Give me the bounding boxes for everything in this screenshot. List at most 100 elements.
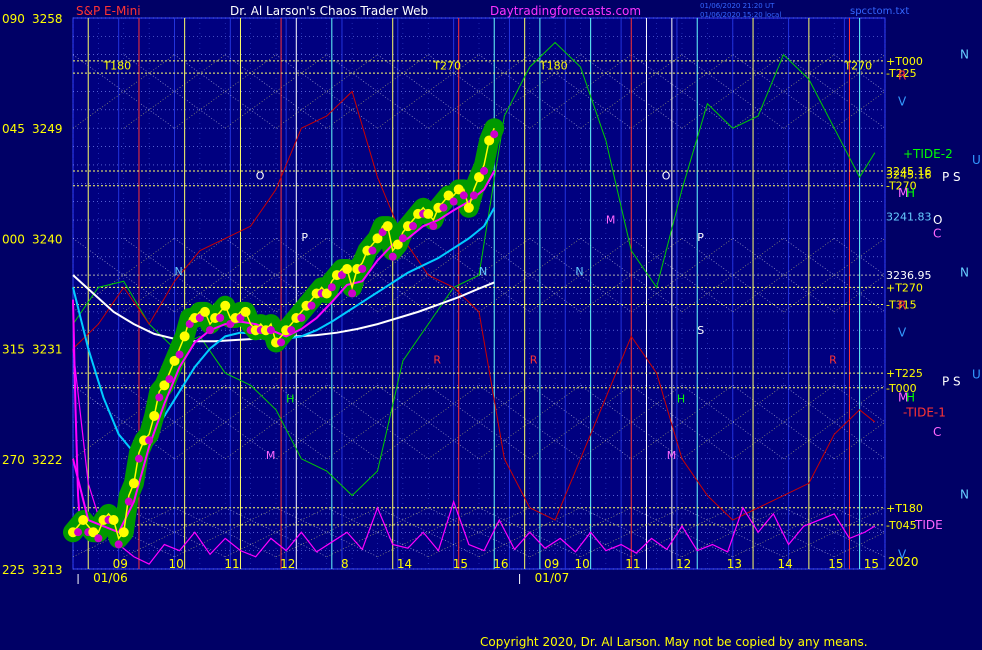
plot-annotation: P <box>301 231 308 244</box>
price-low-dot <box>74 528 83 537</box>
y-price-label: 3222 <box>32 453 63 467</box>
y-price-label: 3231 <box>32 343 63 357</box>
plot-annotation: O <box>256 170 265 183</box>
price-low-dot <box>307 301 316 310</box>
right-side-label: N <box>960 266 969 280</box>
price-dot <box>149 410 160 421</box>
timestamp-ut: 01/06/2020 21:20 UT <box>700 2 775 10</box>
plot-annotation: N <box>479 265 487 278</box>
right-side-label: C <box>933 227 941 241</box>
plot-annotation: T270 <box>843 59 872 72</box>
price-low-dot <box>449 197 458 206</box>
x-hour-label: 10 <box>169 557 184 571</box>
price-dot <box>199 306 210 317</box>
plot-annotation: M <box>667 449 677 462</box>
x-hour-label: 12 <box>676 557 691 571</box>
level-label: +T270 <box>886 281 923 294</box>
plot-annotation: R <box>829 353 837 366</box>
plot-annotation: M <box>266 449 276 462</box>
plot-annotation: R <box>433 353 441 366</box>
plot-annotation: O <box>662 170 671 183</box>
right-side-label: R <box>898 299 906 313</box>
plot-annotation: H <box>286 392 294 405</box>
level-label: +T000 <box>886 55 923 68</box>
price-low-dot <box>348 289 357 298</box>
price-low-dot <box>134 454 143 463</box>
chart-symbol: S&P E-Mini <box>76 4 141 18</box>
price-dot <box>128 478 139 489</box>
price-low-dot <box>459 191 468 200</box>
plot-annotation: N <box>175 265 183 278</box>
copyright-notice: Copyright 2020, Dr. Al Larson. May not b… <box>480 635 868 649</box>
price-dot <box>118 527 129 538</box>
plot-annotation: H <box>677 392 685 405</box>
price-low-dot <box>398 234 407 243</box>
y-angle-label: 000 <box>2 232 25 246</box>
plot-annotation: S <box>697 324 704 337</box>
y-price-label: 3240 <box>32 232 63 246</box>
plot-annotation: P <box>697 231 704 244</box>
price-low-dot <box>124 497 133 506</box>
x-hour-label: 16 <box>493 557 508 571</box>
plot-annotation: T180 <box>539 59 568 72</box>
price-low-dot <box>490 130 499 139</box>
x-hour-label: 15 <box>453 557 468 571</box>
price-low-dot <box>409 222 418 231</box>
price-dot <box>108 515 119 526</box>
plot-annotation: N <box>575 265 583 278</box>
y-price-label: 3258 <box>32 12 63 26</box>
x-hour-label: 15 <box>828 557 843 571</box>
x-hour-label: 13 <box>727 557 742 571</box>
price-low-dot <box>327 283 336 292</box>
x-hour-label: 11 <box>625 557 640 571</box>
y-price-label: 3249 <box>32 122 63 136</box>
right-side-label: -TIDE-1 <box>903 405 946 419</box>
x-hour-label: 14 <box>397 557 412 571</box>
price-low-dot <box>114 540 123 549</box>
price-low-dot <box>480 166 489 175</box>
right-side-label: TIDE <box>914 518 943 532</box>
right-side-label: N <box>960 487 969 501</box>
price-low-dot <box>469 191 478 200</box>
level-label: -T045 <box>886 519 917 532</box>
y-angle-label: 270 <box>2 453 25 467</box>
right-side-label: V <box>898 94 907 108</box>
plot-annotation: R <box>530 353 538 366</box>
x-hour-label: 10 <box>575 557 590 571</box>
right-side-label: P S <box>942 170 961 184</box>
session-date-label: 01/06 <box>93 571 128 585</box>
chart-title: Dr. Al Larson's Chaos Trader Web <box>230 4 428 18</box>
price-low-dot <box>388 252 397 261</box>
right-side-label: P S <box>942 375 961 389</box>
right-side-label: V <box>898 326 907 340</box>
right-side-label: +TIDE-2 <box>903 147 953 161</box>
price-low-dot <box>277 338 286 347</box>
right-side-label: R <box>898 69 906 83</box>
right-side-label: O <box>933 213 942 227</box>
site-link[interactable]: Daytradingforecasts.com <box>490 4 641 18</box>
y-angle-label: 225 <box>2 563 25 577</box>
right-side-label: H <box>906 186 915 200</box>
price-low-dot <box>439 203 448 212</box>
right-side-label: V <box>898 547 907 561</box>
price-dot <box>179 331 190 342</box>
x-hour-label: 15 <box>864 557 879 571</box>
y-angle-label: 315 <box>2 343 25 357</box>
price-low-dot <box>155 393 164 402</box>
x-hour-label: 12 <box>280 557 295 571</box>
price-low-dot <box>216 313 225 322</box>
right-side-label: N <box>960 48 969 62</box>
x-hour-label: 14 <box>778 557 793 571</box>
y-angle-label: 045 <box>2 122 25 136</box>
x-hour-label: 09 <box>113 557 128 571</box>
price-low-dot <box>206 326 215 335</box>
price-low-dot <box>297 313 306 322</box>
price-dot <box>423 208 434 219</box>
right-side-label: C <box>933 425 941 439</box>
price-low-dot <box>429 222 438 231</box>
price-low-dot <box>287 326 296 335</box>
plot-annotation: T180 <box>102 59 131 72</box>
data-file-name: spcctom.txt <box>850 6 909 17</box>
session-date-label: 01/07 <box>535 571 570 585</box>
chaos-trader-chart: +T000-T2253245.16-T2703236.95+T270-T315+… <box>0 0 982 650</box>
